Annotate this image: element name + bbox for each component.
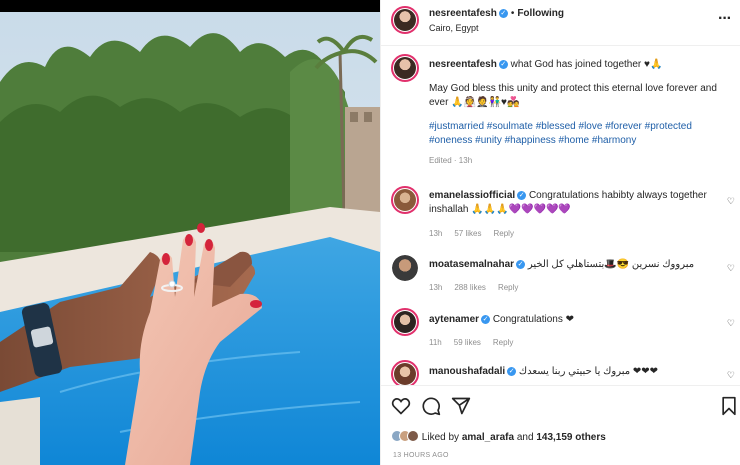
photo-top-bar xyxy=(0,0,380,12)
comment-likes[interactable]: 288 likes xyxy=(454,283,486,292)
verified-badge-icon: ✓ xyxy=(498,59,508,69)
bookmark-save-icon[interactable] xyxy=(719,396,739,416)
commenter-username[interactable]: emanelassiofficial xyxy=(429,190,515,201)
comment-body: Congratulations ❤ xyxy=(492,314,575,325)
like-comment-heart-icon[interactable]: ♡ xyxy=(727,196,735,207)
comment-likes[interactable]: 57 likes xyxy=(454,229,481,238)
like-heart-icon[interactable] xyxy=(391,396,411,416)
commenter-avatar[interactable] xyxy=(391,186,419,214)
caption-line-2: May God bless this unity and protect thi… xyxy=(429,83,717,108)
comment-body: مبرووك نسرين 😎🎩بتستاهلي كل الخير xyxy=(527,259,695,270)
comment-body: مبروك يا حبيتي ربنا يسعدك ❤❤❤ xyxy=(518,366,659,377)
liked-by-user[interactable]: amal_arafa xyxy=(462,432,514,443)
post-location[interactable]: Cairo, Egypt xyxy=(429,23,479,33)
engagement-ring-photo xyxy=(0,12,380,465)
following-button[interactable]: Following xyxy=(517,8,564,19)
verified-badge-icon: ✓ xyxy=(516,259,526,269)
caption-username[interactable]: nesreentafesh xyxy=(429,59,497,70)
liked-by-label: Liked by xyxy=(421,432,460,444)
caption-edited: Edited · 13h xyxy=(429,156,473,165)
post-timestamp: 13 HOURS AGO xyxy=(393,452,449,459)
commenter-username[interactable]: aytenamer xyxy=(429,314,479,325)
likes-count[interactable]: 143,159 others xyxy=(536,432,606,443)
liked-and-label: and xyxy=(516,432,534,444)
comment-bubble-icon[interactable] xyxy=(421,396,441,416)
caption-avatar[interactable] xyxy=(391,54,419,82)
commenter-username[interactable]: moatasemalnahar xyxy=(429,259,514,270)
comment-likes[interactable]: 59 likes xyxy=(454,338,481,347)
like-comment-heart-icon[interactable]: ♡ xyxy=(727,318,735,329)
share-send-icon[interactable] xyxy=(451,396,471,416)
post-photo[interactable] xyxy=(0,0,380,465)
comment-time: 11h xyxy=(429,338,442,347)
more-options-icon[interactable]: ··· xyxy=(718,10,732,28)
comment-time: 13h xyxy=(429,229,443,238)
verified-badge-icon: ✓ xyxy=(517,190,527,200)
post-header: nesreentafesh ✓ • Following Cairo, Egypt ··… xyxy=(381,0,740,46)
commenter-username[interactable]: manoushafadali xyxy=(429,366,505,377)
verified-badge-icon: ✓ xyxy=(481,314,491,324)
liker-avatars[interactable] xyxy=(391,430,419,445)
comment-reply-button[interactable]: Reply xyxy=(498,283,518,292)
verified-badge-icon: ✓ xyxy=(498,8,508,18)
likes-summary: Liked by amal_arafa and 143,159 others xyxy=(391,430,606,445)
commenter-avatar[interactable] xyxy=(392,255,418,281)
comment-reply-button[interactable]: Reply xyxy=(493,338,513,347)
author-username[interactable]: nesreentafesh xyxy=(429,8,497,19)
comment-meta: 11h 59 likes Reply xyxy=(429,338,525,347)
post-details-panel: nesreentafesh ✓ • Following Cairo, Egypt ··… xyxy=(380,0,740,465)
comment-text: aytenamer ✓ Congratulations ❤ xyxy=(429,313,719,327)
comment-text: moatasemalnahar ✓ مبرووك نسرين 😎🎩بتستاهلي… xyxy=(429,258,719,272)
verified-badge-icon: ✓ xyxy=(507,366,517,376)
author-avatar[interactable] xyxy=(391,6,419,34)
like-comment-heart-icon[interactable]: ♡ xyxy=(727,263,735,274)
caption-line-1: what God has joined together ♥🙏 xyxy=(510,59,663,70)
comment-meta: 13h 57 likes Reply xyxy=(429,229,526,238)
comment-reply-button[interactable]: Reply xyxy=(493,229,513,238)
commenter-avatar[interactable] xyxy=(391,308,419,336)
like-comment-heart-icon[interactable]: ♡ xyxy=(727,370,735,381)
caption-hashtags[interactable]: #justmarried #soulmate #blessed #love #f… xyxy=(429,120,729,148)
comment-text: emanelassiofficial ✓ Congratulations habi… xyxy=(429,189,719,217)
commenter-avatar[interactable] xyxy=(391,360,419,388)
comment-text: manoushafadali ✓ مبروك يا حبيتي ربنا يسعد… xyxy=(429,365,719,379)
comment-time: 13h xyxy=(429,283,443,292)
header-user-line: nesreentafesh ✓ • Following xyxy=(429,8,564,19)
separator-dot: • xyxy=(510,8,515,19)
comment-meta: 13h 288 likes Reply xyxy=(429,283,530,292)
post-caption: nesreentafesh ✓ what God has joined toget… xyxy=(429,58,729,178)
